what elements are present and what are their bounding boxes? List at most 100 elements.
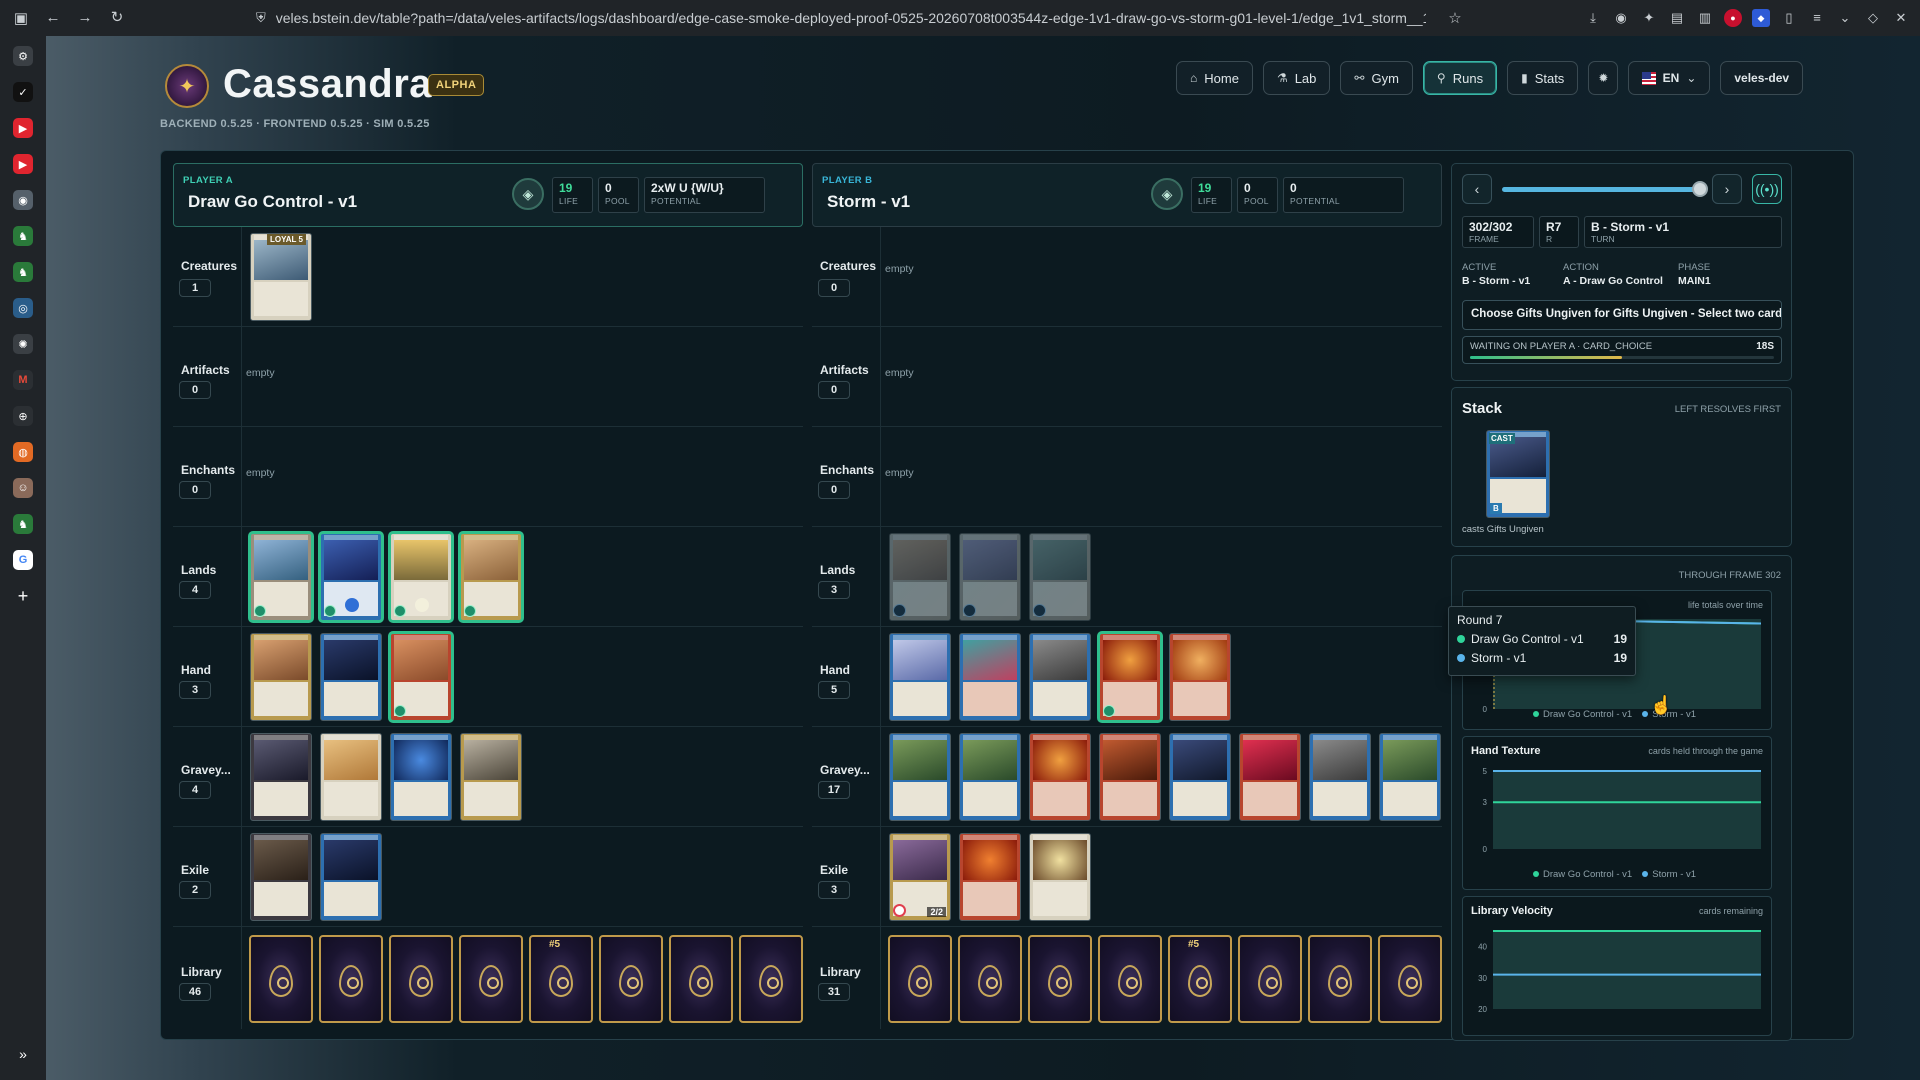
next-frame-button[interactable]: › [1712,174,1742,204]
address-bar[interactable]: ⛨ veles.bstein.dev/table?path=/data/vele… [256,5,1466,31]
card-graveyard[interactable] [460,733,522,821]
card-hand[interactable] [1029,633,1091,721]
card-exile[interactable] [959,833,1021,921]
nav-stats-button[interactable]: ▮ Stats [1507,61,1579,95]
card-graveyard[interactable] [1169,733,1231,821]
library-card-back[interactable] [958,935,1022,1023]
card-hand[interactable] [320,633,382,721]
library-card-back[interactable] [319,935,383,1023]
active-tab-icon[interactable]: ◉ [13,190,33,210]
card-land[interactable] [460,533,522,621]
nav-home-button[interactable]: ⌂ Home [1176,61,1253,95]
extensions-icon[interactable]: ✦ [1640,9,1658,27]
library-card-back[interactable]: #5 [1168,935,1232,1023]
back-icon[interactable]: ← [38,9,68,26]
minimize-icon[interactable]: ◇ [1864,9,1882,27]
library-card-back[interactable] [888,935,952,1023]
globe-icon[interactable]: ◎ [13,298,33,318]
bookmark-star-icon[interactable]: ☆ [1440,9,1470,27]
library-card-back[interactable] [459,935,523,1023]
stack-card[interactable]: CAST B [1486,430,1550,518]
split-view-icon[interactable]: ▯ [1780,9,1798,27]
card-land-tapped[interactable] [1029,533,1091,621]
card-graveyard[interactable] [889,733,951,821]
library-card-back[interactable] [739,935,803,1023]
gmail-icon[interactable]: M [13,370,33,390]
card-graveyard[interactable] [1029,733,1091,821]
close-window-icon[interactable]: ✕ [1892,9,1910,27]
library-card-back[interactable] [389,935,453,1023]
card-hand[interactable] [250,633,312,721]
nav-lab-button[interactable]: ⚗ Lab [1262,61,1331,95]
card-graveyard[interactable] [250,733,312,821]
live-follow-button[interactable]: ((•)) [1752,174,1782,204]
library-card-back[interactable] [669,935,733,1023]
card-exile[interactable] [1029,833,1091,921]
card-exile[interactable]: 2/2 [889,833,951,921]
web-icon[interactable]: ⊕ [13,406,33,426]
card-graveyard[interactable] [1239,733,1301,821]
forward-icon[interactable]: → [70,9,100,26]
card-graveyard[interactable] [1309,733,1371,821]
game-icon-2[interactable]: ♞ [13,262,33,282]
card-hand[interactable] [889,633,951,721]
card-land[interactable] [320,533,382,621]
frame-slider-track[interactable] [1502,187,1698,192]
card-planeswalker[interactable]: LOYAL 5 [250,233,312,321]
nav-runs-button[interactable]: ⚲ Runs [1422,61,1498,95]
card-hand[interactable] [1099,633,1161,721]
game-icon-1[interactable]: ♞ [13,226,33,246]
sidebar-toggle-icon[interactable]: ▣ [6,9,36,27]
card-graveyard[interactable] [320,733,382,821]
user-menu-button[interactable]: veles-dev [1720,61,1804,95]
frame-slider-knob[interactable] [1692,181,1708,197]
site-info-icon[interactable]: ⛨ [256,10,266,26]
card-graveyard[interactable] [959,733,1021,821]
card-exile[interactable] [320,833,382,921]
google-icon[interactable]: G [13,550,33,570]
reader-icon[interactable]: ▥ [1696,9,1714,27]
youtube-music-icon[interactable]: ▶ [13,154,33,174]
avatar-icon[interactable]: ☺ [13,478,33,498]
wallet-icon[interactable]: ▤ [1668,9,1686,27]
ubuntu-icon[interactable]: ◍ [13,442,33,462]
card-land[interactable] [250,533,312,621]
menu-icon[interactable]: ≡ [1808,9,1826,27]
library-card-back[interactable] [1238,935,1302,1023]
app-icon-1[interactable]: ✓ [13,82,33,102]
debug-button[interactable]: ✹ [1588,61,1619,95]
download-icon[interactable]: ⤓ [1584,9,1602,27]
card-hand[interactable] [390,633,452,721]
card-graveyard[interactable] [1379,733,1441,821]
library-card-back[interactable] [1378,935,1442,1023]
account-icon[interactable]: ◉ [1612,9,1630,27]
chevron-down-icon[interactable]: ⌄ [1836,9,1854,27]
reload-icon[interactable]: ↻ [102,8,132,26]
card-land-tapped[interactable] [889,533,951,621]
ublock-icon[interactable]: ● [1724,9,1742,27]
card-hand[interactable] [1169,633,1231,721]
card-hand[interactable] [959,633,1021,721]
game-icon-3[interactable]: ♞ [13,514,33,534]
card-graveyard[interactable] [1099,733,1161,821]
library-card-back[interactable] [599,935,663,1023]
library-card-back[interactable] [249,935,313,1023]
youtube-icon[interactable]: ▶ [13,118,33,138]
power-toughness: 2/2 [927,907,946,917]
expand-icon[interactable]: » [13,1044,33,1064]
settings-icon[interactable]: ⚙ [13,46,33,66]
card-exile[interactable] [250,833,312,921]
card-land[interactable] [390,533,452,621]
library-card-back[interactable] [1308,935,1372,1023]
language-select[interactable]: EN ⌄ [1628,61,1711,95]
add-icon[interactable]: + [13,586,33,606]
card-land-tapped[interactable] [959,533,1021,621]
card-graveyard[interactable] [390,733,452,821]
library-card-back[interactable] [1028,935,1092,1023]
library-card-back[interactable]: #5 [529,935,593,1023]
prev-frame-button[interactable]: ‹ [1462,174,1492,204]
bitwarden-icon[interactable]: ◆ [1752,9,1770,27]
library-card-back[interactable] [1098,935,1162,1023]
nav-gym-button[interactable]: ⚯ Gym [1340,61,1413,95]
openai-icon[interactable]: ✺ [13,334,33,354]
